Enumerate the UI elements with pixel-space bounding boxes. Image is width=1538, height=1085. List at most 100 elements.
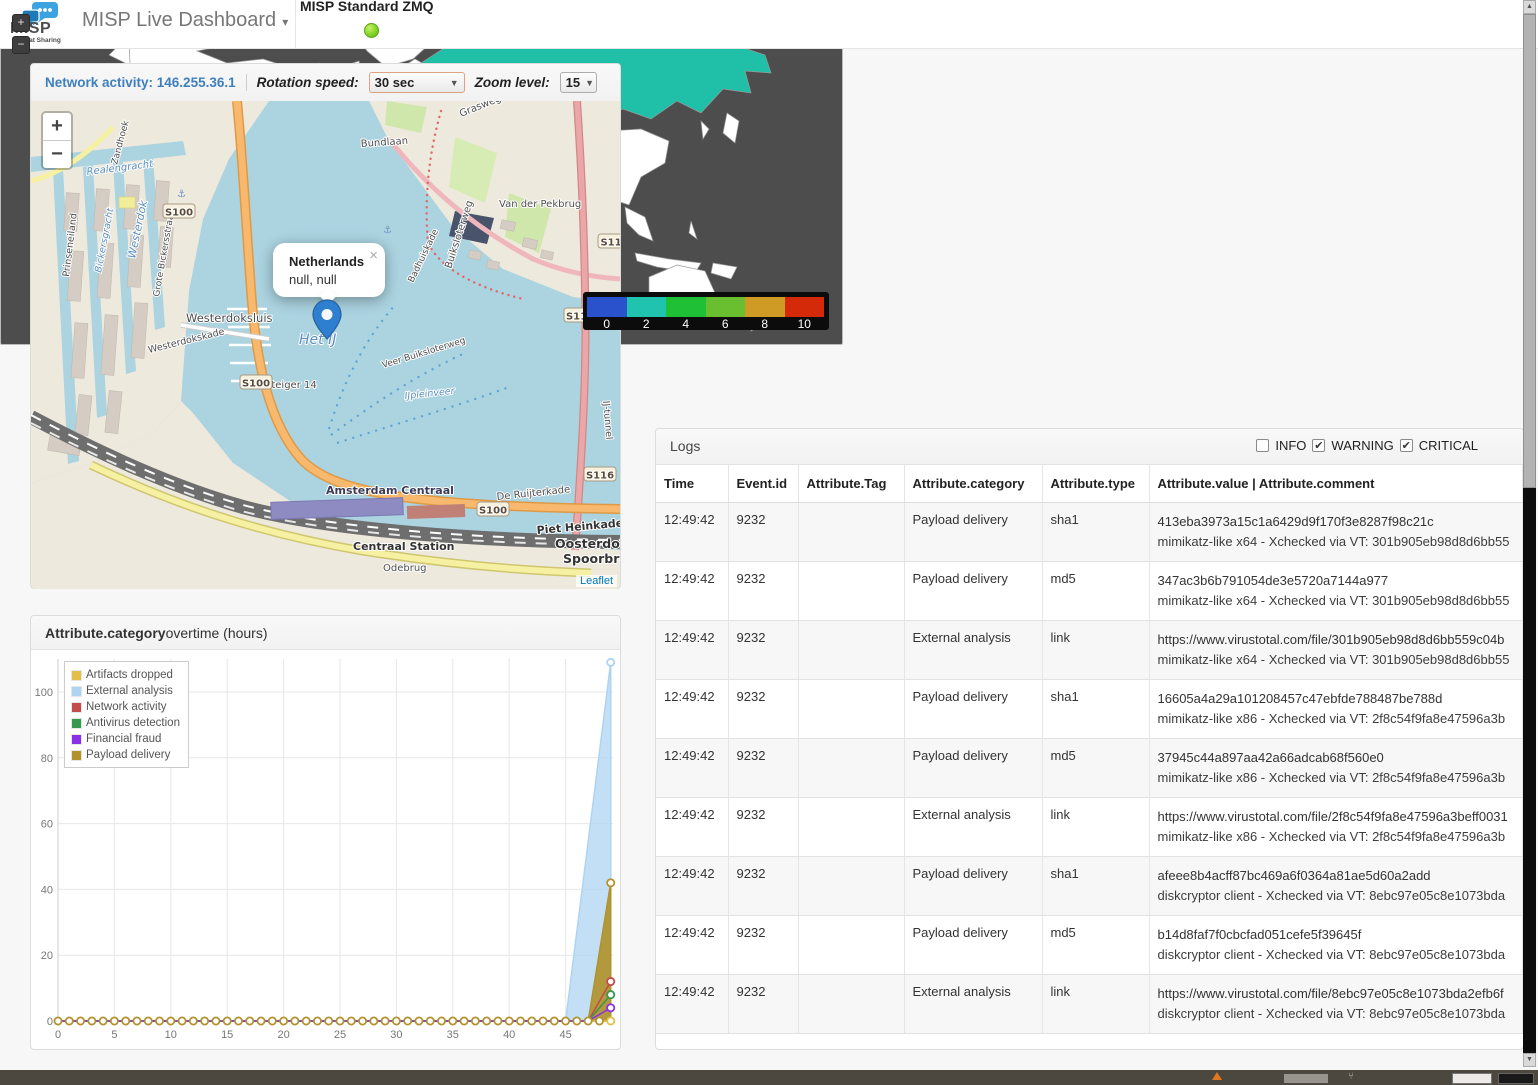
chart-point-marker	[517, 1017, 524, 1024]
log-time: 12:49:42	[656, 798, 728, 857]
chart-point-marker	[607, 659, 614, 666]
map-marker-icon[interactable]	[312, 299, 342, 340]
chart-point-marker	[370, 1017, 377, 1024]
scrollbar-thumb[interactable]	[1523, 14, 1536, 488]
taskbar-icon[interactable]: ⑂	[1348, 1071, 1354, 1082]
chart-legend-item: External analysis	[71, 683, 180, 699]
scroll-down-icon[interactable]: ▼	[1523, 1053, 1536, 1067]
column-header: Attribute.value | Attribute.comment	[1149, 465, 1523, 503]
x-axis-tick-label: 30	[390, 1029, 402, 1041]
zoom-level-label: Zoom level:	[475, 75, 550, 90]
legend-swatch	[71, 702, 82, 713]
log-value: afeee8b4acff87bc469a6f0364a81ae5d60a2add	[1158, 866, 1515, 886]
chart-point-marker	[607, 991, 614, 998]
map-zoom-in-button[interactable]: +	[43, 113, 71, 141]
chart-point-marker	[607, 879, 614, 886]
log-filters: INFO✔WARNING✔CRITICAL	[1256, 438, 1478, 453]
map-label: Amsterdam Centraal	[326, 484, 454, 497]
chart-point-marker	[528, 1017, 535, 1024]
log-attribute-category: Payload delivery	[904, 739, 1042, 798]
log-event-id: 9232	[728, 975, 798, 1034]
log-attribute-tag	[798, 680, 904, 739]
chart-point-marker	[167, 1017, 174, 1024]
world-zoom-out-button[interactable]: −	[12, 36, 30, 54]
log-comment: mimikatz-like x86 - Xchecked via VT: 2f8…	[1158, 709, 1515, 729]
chart-point-marker	[393, 1017, 400, 1024]
legend-swatch	[71, 718, 82, 729]
chevron-down-icon: ▼	[450, 78, 459, 88]
app-title-dropdown[interactable]: MISP Live Dashboard▾	[82, 9, 288, 32]
taskbar-warning-icon[interactable]	[1212, 1072, 1222, 1080]
log-attribute-value: b14d8faf7f0cbcfad051cefe5f39645fdiskcryp…	[1149, 916, 1523, 975]
log-row: 12:49:429232Payload deliverysha1413eba39…	[656, 503, 1523, 562]
scrollbar[interactable]: ▲ ▼	[1523, 0, 1536, 1070]
chart-point-marker	[66, 1017, 73, 1024]
chart-panel-header: Attribute.category overtime (hours)	[31, 616, 620, 650]
log-value: https://www.virustotal.com/file/8ebc97e0…	[1158, 984, 1515, 1004]
y-axis-tick-label: 0	[47, 1016, 53, 1028]
chart-point-marker	[100, 1017, 107, 1024]
world-map-legend: 0246810	[583, 292, 829, 330]
chart-point-marker	[438, 1017, 445, 1024]
log-attribute-type: md5	[1042, 739, 1149, 798]
scroll-up-icon[interactable]: ▲	[1523, 0, 1536, 14]
zoom-level-select[interactable]: 15▼	[560, 72, 597, 93]
log-attribute-tag	[798, 916, 904, 975]
log-event-id: 9232	[728, 739, 798, 798]
world-zoom-control: + −	[12, 14, 30, 58]
taskbar-item[interactable]	[1284, 1074, 1328, 1083]
x-axis-tick-label: 25	[334, 1029, 346, 1041]
logs-title: Logs	[670, 438, 700, 454]
svg-text:⚓: ⚓	[177, 189, 186, 200]
filter-critical-checkbox[interactable]: ✔	[1400, 439, 1413, 452]
legend-color-cell	[627, 297, 667, 317]
chart-point-marker	[269, 1017, 276, 1024]
y-axis-tick-label: 60	[41, 819, 53, 831]
map-zoom-out-button[interactable]: −	[43, 141, 71, 168]
network-activity-title: Network activity: 146.255.36.1	[45, 75, 236, 90]
rotation-speed-select[interactable]: 30 sec▼	[369, 72, 465, 93]
x-axis-tick-label: 45	[559, 1029, 571, 1041]
filter-info-checkbox[interactable]	[1256, 439, 1269, 452]
chart-series-line	[58, 982, 611, 1021]
filter-label: INFO	[1275, 438, 1306, 453]
log-row: 12:49:429232External analysislinkhttps:/…	[656, 798, 1523, 857]
log-time: 12:49:42	[656, 680, 728, 739]
world-zoom-in-button[interactable]: +	[12, 14, 30, 32]
log-attribute-type: md5	[1042, 916, 1149, 975]
chart-point-marker	[404, 1017, 411, 1024]
chart-point-marker	[325, 1017, 332, 1024]
chart-point-marker	[314, 1017, 321, 1024]
network-panel-header: Network activity: 146.255.36.1 Rotation …	[31, 64, 620, 102]
column-header: Event.id	[728, 465, 798, 503]
log-event-id: 9232	[728, 621, 798, 680]
taskbar-item[interactable]	[1452, 1073, 1492, 1084]
chart-point-marker	[607, 978, 614, 985]
log-row: 12:49:429232External analysislinkhttps:/…	[656, 975, 1523, 1034]
x-axis-tick-label: 5	[111, 1029, 117, 1041]
log-event-id: 9232	[728, 562, 798, 621]
chart-point-marker	[382, 1017, 389, 1024]
map-label: Steiger 14	[265, 380, 317, 391]
taskbar-item[interactable]	[1498, 1073, 1534, 1084]
log-time: 12:49:42	[656, 621, 728, 680]
chart-point-marker	[348, 1017, 355, 1024]
taskbar: ⑂	[0, 1070, 1538, 1085]
log-attribute-category: External analysis	[904, 975, 1042, 1034]
leaflet-attribution[interactable]: Leaflet	[576, 575, 617, 587]
map-label: Oosterdokse	[555, 536, 620, 551]
logs-panel-header: Logs INFO✔WARNING✔CRITICAL	[656, 429, 1523, 465]
legend-swatch	[71, 734, 82, 745]
close-icon[interactable]: ×	[369, 247, 378, 264]
legend-tick-label: 4	[666, 317, 706, 332]
log-value: 37945c44a897aa42a66adcab68f560e0	[1158, 748, 1515, 768]
log-attribute-value: https://www.virustotal.com/file/8ebc97e0…	[1149, 975, 1523, 1034]
chart-point-marker	[483, 1017, 490, 1024]
chart-point-marker	[460, 1017, 467, 1024]
leaflet-map-canvas[interactable]: ⚓ ⚓ RealengrachtZandhoekWesterdokPrinsen…	[31, 101, 620, 589]
map-label: Odebrug	[383, 563, 427, 574]
amsterdam-map[interactable]: ⚓ ⚓ RealengrachtZandhoekWesterdokPrinsen…	[31, 101, 620, 589]
scrollbar-track[interactable]	[1523, 488, 1536, 1053]
filter-warning-checkbox[interactable]: ✔	[1312, 439, 1325, 452]
chart-point-marker	[212, 1017, 219, 1024]
